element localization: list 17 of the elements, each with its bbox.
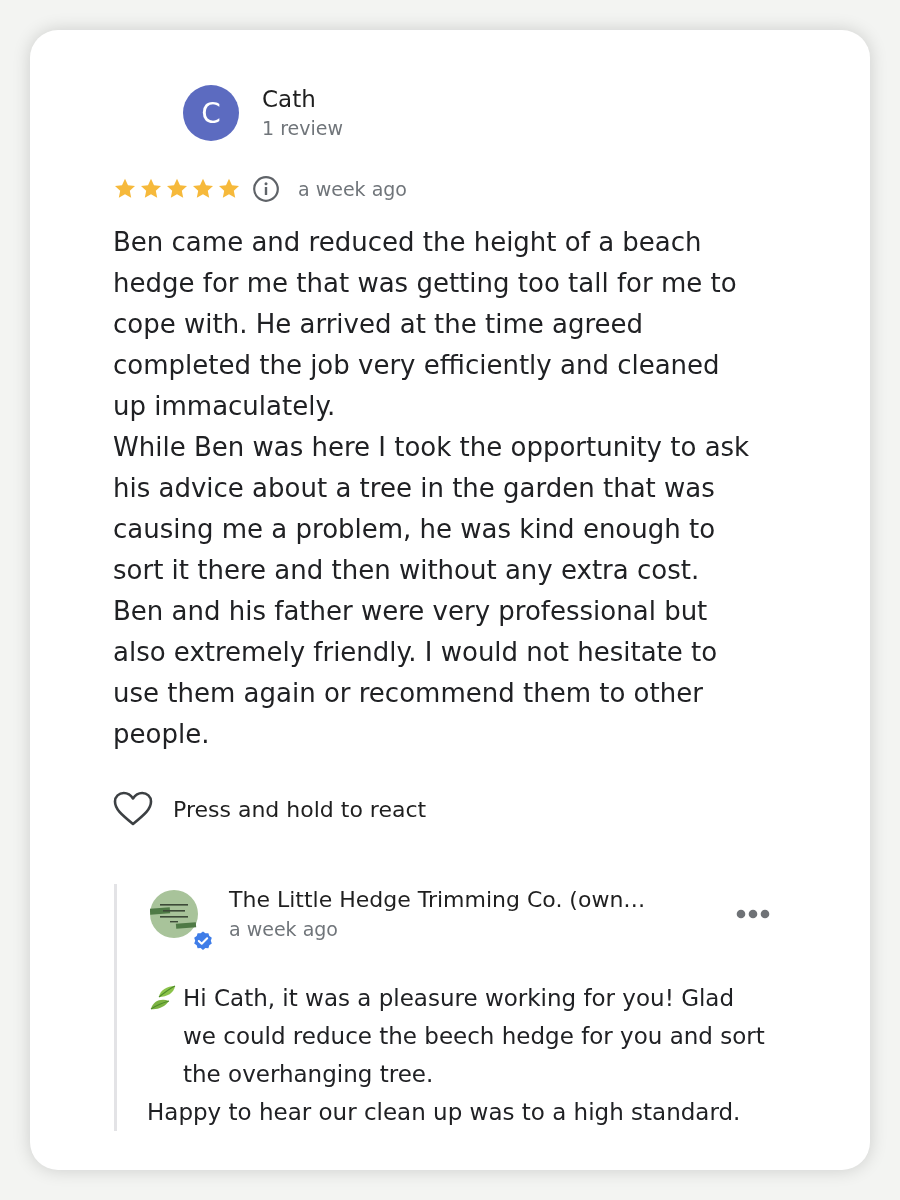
- more-icon: [736, 908, 770, 919]
- avatar: C: [183, 85, 239, 141]
- logo-icon: [150, 889, 198, 938]
- info-icon[interactable]: [253, 176, 279, 202]
- reviewer-name: Cath: [262, 85, 317, 114]
- heart-icon: [113, 791, 153, 827]
- owner-name: The Little Hedge Trimming Co. (own…: [229, 886, 647, 914]
- reply-text: Hi Cath, it was a pleasure working for you! Glad we could reduce the beech hedge for you and sort the overhanging tree.: [183, 984, 766, 1089]
- reply-text: Happy to hear our clean up was to a high standard.: [147, 1098, 741, 1127]
- react-button[interactable]: Press and hold to react: [113, 791, 427, 827]
- reply-time: a week ago: [229, 917, 339, 942]
- review-text: Ben came and reduced the height of a beach hedge for me that was getting too tall for me to cope with. He arrived at the time agreed completed the job very efficiently and cleaned up immaculately.: [113, 226, 738, 423]
- more-button[interactable]: [736, 908, 770, 919]
- review-text: While Ben was here I took the opportunity to ask his advice about a tree in the garden that was causing me a problem, he was kind enough to sort it there and then without any extra cost.: [113, 431, 751, 587]
- review-time: a week ago: [298, 177, 407, 202]
- review-text: Ben and his father were very professional but also extremely friendly. I would not hesitate to use them again or recommend them to other people.: [113, 595, 719, 751]
- review-count: 1 review: [262, 116, 343, 141]
